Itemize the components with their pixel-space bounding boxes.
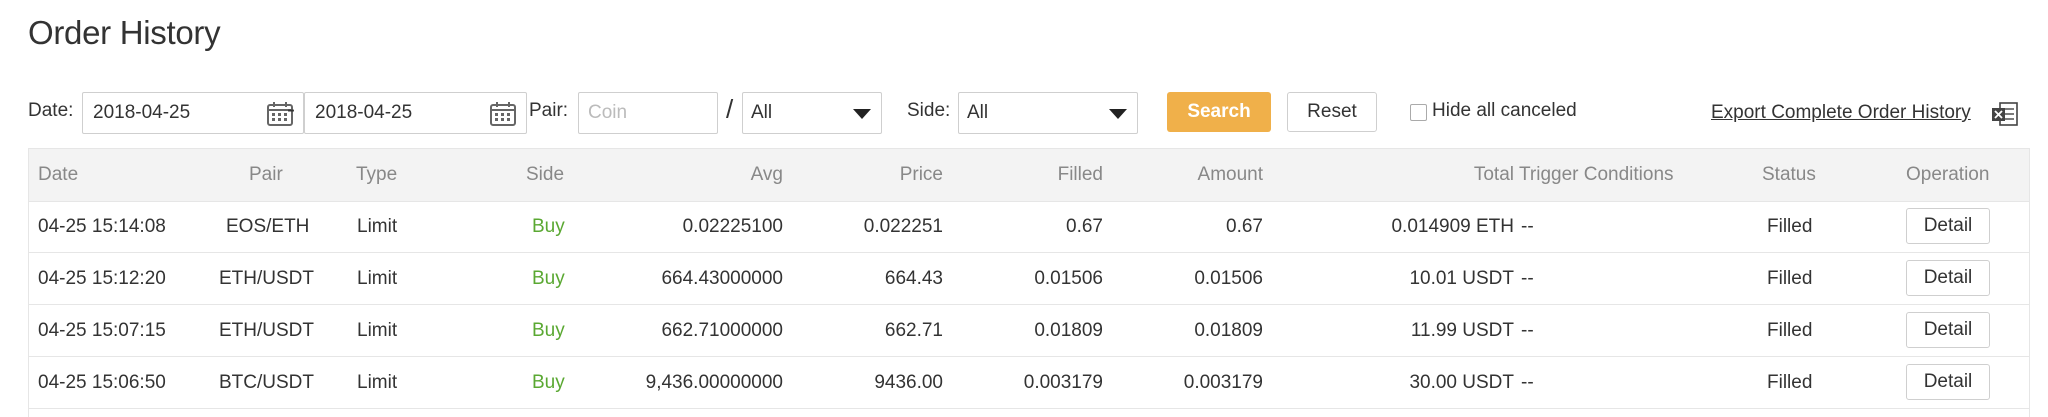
cell-avg: 664.43000000 <box>661 268 783 289</box>
detail-button[interactable]: Detail <box>1906 364 1990 400</box>
cell-trigger: -- <box>1521 216 1534 237</box>
cell-avg: 9,436.00000000 <box>645 372 783 393</box>
cell-total: 11.99 USDT <box>1410 320 1514 341</box>
detail-button[interactable]: Detail <box>1906 260 1990 296</box>
cell-type: Limit <box>357 320 398 341</box>
col-trigger-conditions: Trigger Conditions <box>1519 164 1674 185</box>
calendar-icon[interactable] <box>490 102 516 126</box>
hide-canceled-label[interactable]: Hide all canceled <box>1432 100 1577 122</box>
cell-trigger: -- <box>1521 372 1534 393</box>
col-operation: Operation <box>1906 164 1990 185</box>
cell-status: Filled <box>1767 372 1813 393</box>
col-amount: Amount <box>1197 164 1263 185</box>
hide-canceled-checkbox[interactable] <box>1410 104 1427 121</box>
cell-price: 9436.00 <box>874 372 943 393</box>
quote-select-value: All <box>751 102 773 123</box>
cell-type: Limit <box>357 216 398 237</box>
cell-pair: BTC/USDT <box>219 372 314 393</box>
chevron-down-icon <box>1109 109 1127 119</box>
table-row: 04-25 15:07:15 ETH/USDT Limit Buy 662.71… <box>29 305 2029 357</box>
cell-pair: EOS/ETH <box>226 216 310 237</box>
col-status: Status <box>1762 164 1816 185</box>
side-select-value: All <box>967 102 989 123</box>
excel-icon[interactable] <box>1991 100 2019 128</box>
col-price: Price <box>899 164 943 185</box>
search-button[interactable]: Search <box>1167 92 1271 132</box>
cell-filled: 0.003179 <box>1023 372 1103 393</box>
date-from-value: 2018-04-25 <box>93 102 191 123</box>
cell-side: Buy <box>532 320 565 341</box>
cell-side: Buy <box>532 372 565 393</box>
date-separator: - <box>287 96 295 123</box>
cell-price: 664.43 <box>884 268 943 289</box>
coin-placeholder: Coin <box>588 102 628 123</box>
cell-amount: 0.67 <box>1226 216 1263 237</box>
cell-amount: 0.003179 <box>1183 372 1263 393</box>
cell-filled: 0.01506 <box>1034 268 1103 289</box>
cell-trigger: -- <box>1521 320 1534 341</box>
cell-price: 0.022251 <box>863 216 943 237</box>
date-to-value: 2018-04-25 <box>315 102 413 123</box>
pair-slash: / <box>726 94 734 124</box>
col-date: Date <box>38 164 79 185</box>
cell-pair: ETH/USDT <box>219 320 314 341</box>
cell-total: 0.014909 ETH <box>1391 216 1514 237</box>
page-title: Order History <box>28 14 221 51</box>
cell-amount: 0.01809 <box>1194 320 1263 341</box>
chevron-down-icon <box>853 109 871 119</box>
col-side: Side <box>526 164 565 185</box>
cell-amount: 0.01506 <box>1194 268 1263 289</box>
quote-select[interactable]: All <box>742 92 882 134</box>
cell-filled: 0.01809 <box>1034 320 1103 341</box>
detail-button[interactable]: Detail <box>1906 312 1990 348</box>
cell-side: Buy <box>532 216 565 237</box>
cell-status: Filled <box>1767 216 1813 237</box>
table-header: Date Pair Type Side Avg Price Filled Amo… <box>29 149 2029 202</box>
date-from-field[interactable]: 2018-04-25 <box>82 92 304 134</box>
col-pair: Pair <box>249 164 283 185</box>
side-label: Side: <box>907 100 951 121</box>
table-row: 04-25 15:12:20 ETH/USDT Limit Buy 664.43… <box>29 253 2029 305</box>
cell-type: Limit <box>357 372 398 393</box>
col-total: Total <box>1473 164 1514 185</box>
cell-side: Buy <box>532 268 565 289</box>
date-label: Date: <box>28 100 74 121</box>
cell-total: 10.01 USDT <box>1409 268 1514 289</box>
table-row: 04-25 15:14:08 EOS/ETH Limit Buy 0.02225… <box>29 201 2029 253</box>
side-select[interactable]: All <box>958 92 1138 134</box>
cell-date: 04-25 15:07:15 <box>38 320 166 341</box>
cell-date: 04-25 15:12:20 <box>38 268 166 289</box>
coin-input[interactable]: Coin <box>578 92 718 134</box>
detail-button[interactable]: Detail <box>1906 208 1990 244</box>
cell-type: Limit <box>357 268 398 289</box>
pair-label: Pair: <box>529 100 569 121</box>
cell-date: 04-25 15:06:50 <box>38 372 166 393</box>
table-row: 04-25 15:06:50 BTC/USDT Limit Buy 9,436.… <box>29 357 2029 409</box>
order-history-table: Date Pair Type Side Avg Price Filled Amo… <box>28 148 2030 417</box>
reset-button[interactable]: Reset <box>1287 92 1377 132</box>
cell-status: Filled <box>1767 320 1813 341</box>
col-filled: Filled <box>1057 164 1103 185</box>
cell-date: 04-25 15:14:08 <box>38 216 166 237</box>
cell-avg: 662.71000000 <box>661 320 783 341</box>
cell-avg: 0.02225100 <box>682 216 783 237</box>
export-history-link[interactable]: Export Complete Order History <box>1711 102 1971 124</box>
cell-price: 662.71 <box>884 320 943 341</box>
col-type: Type <box>356 164 398 185</box>
cell-trigger: -- <box>1521 268 1534 289</box>
cell-status: Filled <box>1767 268 1813 289</box>
date-to-field[interactable]: 2018-04-25 <box>304 92 527 134</box>
cell-filled: 0.67 <box>1066 216 1103 237</box>
filter-bar: Date: 2018-04-25 - 2018-04-25 Pair: Coin… <box>28 90 2048 136</box>
cell-total: 30.00 USDT <box>1409 372 1514 393</box>
cell-pair: ETH/USDT <box>219 268 314 289</box>
col-avg: Avg <box>750 164 783 185</box>
